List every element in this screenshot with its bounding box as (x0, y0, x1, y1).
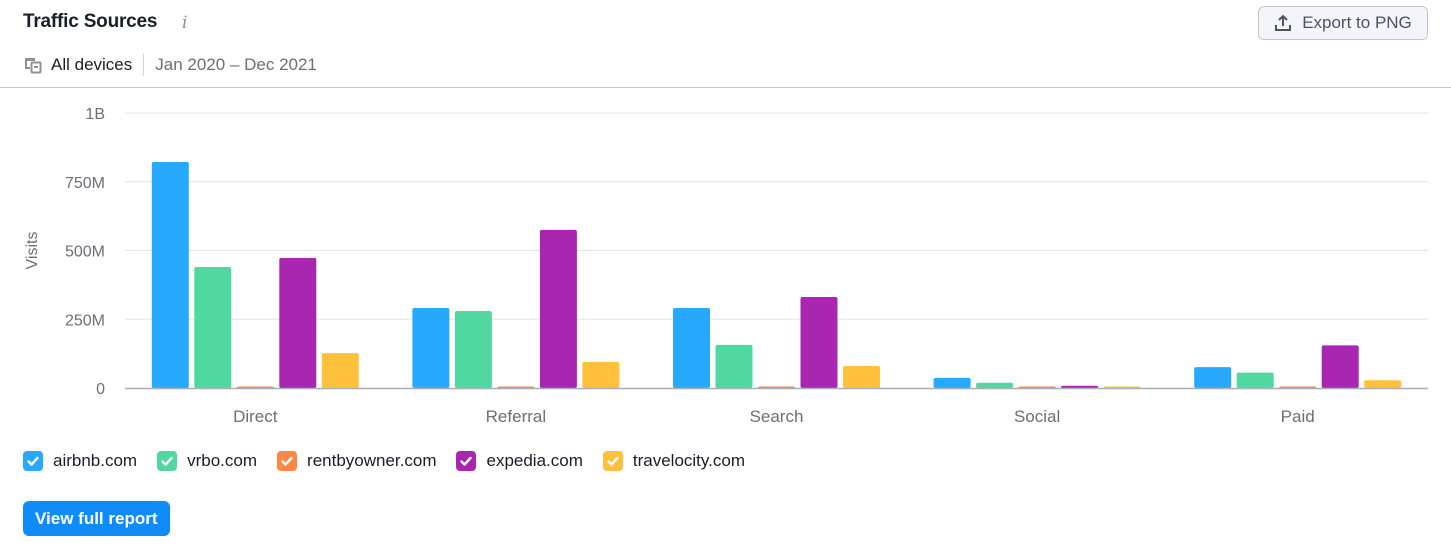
bar (279, 257, 317, 388)
y-tick-label: 0 (96, 381, 105, 398)
legend-label: travelocity.com (632, 451, 745, 470)
date-range: Jan 2020 – Dec 2021 (155, 55, 317, 74)
bar (673, 307, 710, 388)
upload-icon (1275, 14, 1292, 31)
bar (1194, 367, 1232, 388)
legend-item[interactable]: airbnb.com (23, 451, 137, 471)
widget-title: Traffic Sources (23, 11, 158, 32)
traffic-sources-chart: 0 250M 500M 750M 1B Visits Direct Referral Searc… (24, 106, 1428, 426)
bar (454, 311, 492, 388)
export-label: Export to PNG (1302, 13, 1412, 32)
chart-legend: airbnb.com vrbo.com rentbyowner.com expedia… (23, 451, 765, 471)
bar (582, 361, 620, 388)
legend-item[interactable]: expedia.com (456, 451, 583, 471)
devices-filter[interactable]: All devices (51, 55, 132, 75)
legend-item[interactable]: vrbo.com (157, 451, 257, 471)
legend-label: rentbyowner.com (307, 451, 437, 470)
separator (143, 54, 145, 76)
x-tick-label: Paid (1281, 407, 1315, 426)
legend-label: vrbo.com (187, 451, 258, 470)
x-tick-label: Social (1014, 407, 1060, 426)
filter-bar: All devices Jan 2020 – Dec 2021 (23, 53, 317, 77)
info-icon[interactable]: i (182, 13, 187, 33)
x-tick-label: Referral (486, 407, 546, 426)
x-tick-label: Search (750, 407, 804, 426)
bar (800, 296, 838, 388)
x-tick-label: Direct (233, 407, 278, 426)
header-divider (0, 87, 1451, 88)
checkbox-checked-icon[interactable] (23, 451, 43, 471)
legend-item[interactable]: travelocity.com (602, 451, 745, 471)
legend-label: airbnb.com (53, 451, 138, 470)
bar (715, 344, 753, 388)
legend-label: expedia.com (486, 451, 583, 470)
bar (1364, 380, 1402, 388)
bar (976, 382, 1014, 388)
bar (321, 353, 359, 388)
y-axis-label: Visits (24, 232, 41, 270)
bar (843, 366, 880, 388)
checkbox-checked-icon[interactable] (456, 451, 477, 471)
checkbox-checked-icon[interactable] (602, 451, 623, 471)
legend-item[interactable]: rentbyowner.com (277, 451, 436, 471)
bar (539, 229, 577, 388)
bar (151, 161, 189, 388)
y-tick-label: 500M (65, 244, 105, 261)
bar (933, 377, 971, 388)
checkbox-checked-icon[interactable] (277, 451, 298, 471)
devices-icon (25, 58, 42, 74)
bar (1061, 385, 1099, 388)
bar (412, 307, 450, 388)
checkbox-checked-icon[interactable] (157, 451, 178, 471)
y-tick-label: 1B (85, 106, 105, 123)
export-png-button[interactable]: Export to PNG (1258, 6, 1428, 40)
bar (1321, 345, 1359, 388)
y-tick-label: 250M (65, 312, 105, 329)
bar (194, 267, 232, 388)
view-full-report-button[interactable]: View full report (23, 501, 170, 536)
y-tick-label: 750M (65, 175, 105, 192)
bar (1236, 372, 1274, 388)
